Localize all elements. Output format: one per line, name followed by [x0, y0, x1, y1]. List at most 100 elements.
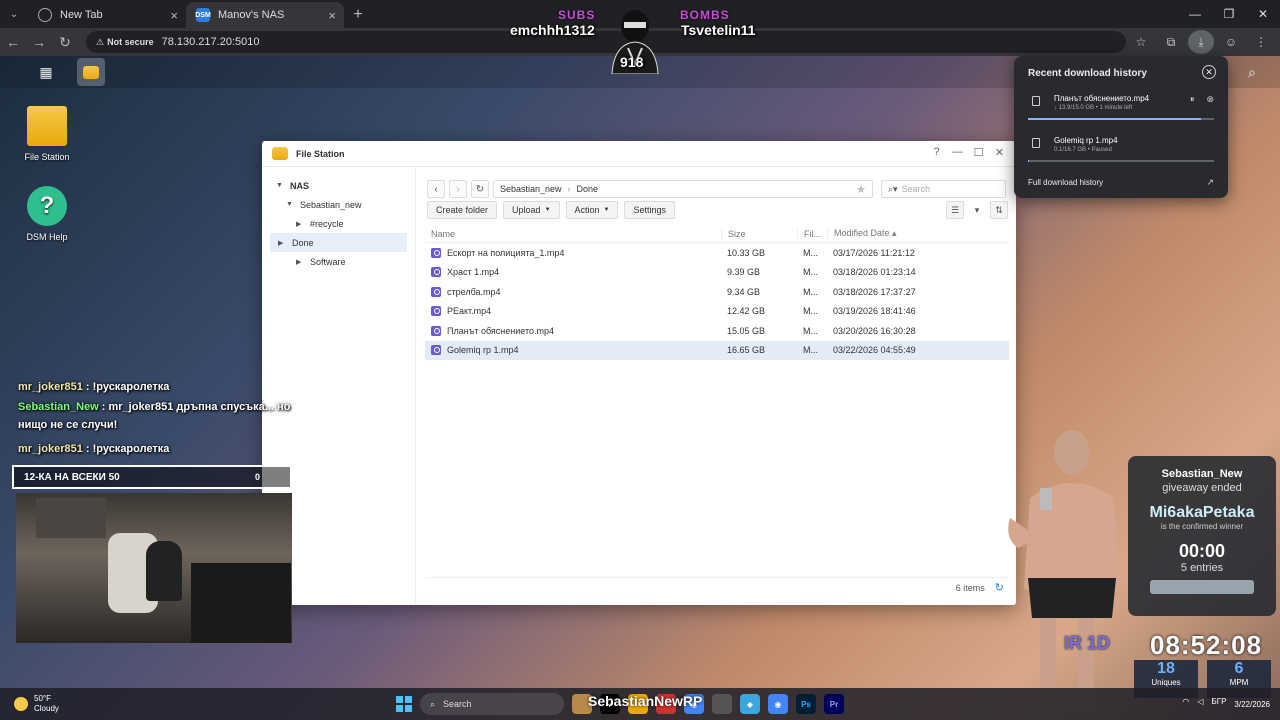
chat-message: нищо не се случи!	[18, 416, 358, 434]
weather-widget[interactable]: 50°F Cloudy	[14, 694, 59, 714]
download-icon[interactable]: ⤓	[1188, 30, 1214, 54]
download-name: Планът обяснението.mp4	[1054, 94, 1150, 103]
folder-icon	[27, 106, 67, 146]
breadcrumb[interactable]: Sebastian_new › Done ★	[493, 180, 873, 198]
close-panel-icon[interactable]: ✕	[1202, 65, 1216, 79]
app-icon[interactable]: ◆	[740, 694, 760, 714]
forward-icon[interactable]: →	[26, 34, 52, 50]
favorite-star-icon[interactable]: ★	[856, 183, 866, 196]
close-icon[interactable]: ✕	[989, 146, 1010, 159]
extensions-icon[interactable]: ⧉	[1158, 30, 1184, 54]
goal-label: 12-КА НА ВСЕКИ 50	[24, 471, 120, 483]
refresh-button[interactable]: ↻	[471, 180, 489, 198]
close-icon[interactable]: ✕	[1246, 0, 1280, 28]
table-row[interactable]: Ескорт на полицията_1.mp4 10.33 GB M... …	[425, 243, 1009, 263]
volume-icon[interactable]: ◁	[1197, 697, 1203, 706]
window-titlebar[interactable]: File Station ? — ☐ ✕	[262, 141, 1016, 167]
cancel-icon[interactable]: ⊗	[1206, 94, 1214, 105]
wifi-icon[interactable]: ◠	[1182, 697, 1189, 706]
maximize-icon[interactable]: ☐	[968, 146, 989, 159]
column-header-modified[interactable]: Modified Date ▴	[827, 228, 1009, 239]
taskbar-search[interactable]: ⌕ Search	[420, 693, 564, 715]
close-tab-icon[interactable]: ×	[328, 8, 336, 23]
create-folder-button[interactable]: Create folder	[427, 201, 498, 219]
restore-icon[interactable]: ❐	[1212, 0, 1246, 28]
table-row[interactable]: стрелба.mp4 9.34 GB M... 03/18/2026 17:3…	[425, 282, 1009, 302]
file-type: M...	[803, 345, 818, 356]
file-size: 15.05 GB	[727, 325, 766, 336]
not-secure-badge[interactable]: ⚠ Not secure	[96, 37, 154, 48]
breadcrumb-item[interactable]: Sebastian_new	[500, 184, 562, 194]
table-row[interactable]: Храст 1.mp4 9.39 GB M... 03/18/2026 01:2…	[425, 263, 1009, 283]
tab-search-icon[interactable]: ⌄	[0, 0, 28, 28]
app-icon[interactable]	[712, 694, 732, 714]
table-row[interactable]: РЕакт.mp4 12.42 GB M... 03/19/2026 18:41…	[425, 302, 1009, 322]
caret-right-icon[interactable]: ▶	[296, 258, 304, 266]
photoshop-icon[interactable]: Ps	[796, 694, 816, 714]
menu-icon[interactable]: ⋮	[1248, 30, 1274, 54]
file-size: 9.34 GB	[727, 286, 761, 297]
desktop-icon-dsm-help[interactable]: ? DSM Help	[7, 186, 87, 242]
close-tab-icon[interactable]: ×	[170, 8, 178, 23]
file-name: Храст 1.mp4	[447, 267, 500, 278]
minimize-icon[interactable]: —	[1178, 0, 1212, 28]
download-name: Golemiq rp 1.mp4	[1054, 136, 1118, 145]
dsm-icon: DSM	[195, 8, 211, 22]
desktop-icon-file-station[interactable]: File Station	[7, 106, 87, 162]
file-modified: 03/18/2026 01:23:14	[833, 267, 916, 278]
caret-right-icon[interactable]: ▶	[278, 239, 286, 247]
caret-down-icon[interactable]: ▼	[286, 201, 294, 208]
window-controls: — ❐ ✕	[1178, 0, 1280, 28]
breadcrumb-item[interactable]: Done	[577, 184, 599, 194]
timer-prefix: IR 1D	[1064, 633, 1111, 653]
caret-down-icon[interactable]: ▼	[276, 182, 284, 189]
language-indicator[interactable]: БГР	[1211, 697, 1226, 706]
tab-new-tab[interactable]: New Tab ×	[28, 2, 186, 28]
reload-icon[interactable]: ↻	[52, 34, 78, 51]
bookmark-star-icon[interactable]: ☆	[1128, 30, 1154, 54]
pause-icon[interactable]: ⏸	[1190, 94, 1195, 105]
upload-button[interactable]: Upload ▼	[503, 201, 560, 219]
button-label: Upload	[512, 205, 541, 215]
table-row[interactable]: Планът обяснението.mp4 15.05 GB M... 03/…	[425, 321, 1009, 341]
list-view-icon[interactable]: ☰	[946, 201, 964, 219]
video-file-icon	[431, 345, 441, 356]
view-dropdown-icon[interactable]: ▾	[968, 201, 986, 219]
open-external-icon[interactable]: ↗	[1206, 177, 1214, 188]
windows-start-icon[interactable]	[396, 696, 412, 712]
minimize-icon[interactable]: —	[947, 146, 968, 159]
premiere-icon[interactable]: Pr	[824, 694, 844, 714]
column-header-name[interactable]: Name	[425, 229, 721, 239]
stream-chat: mr_joker851 : !рускаролетка Sebastian_Ne…	[18, 378, 358, 458]
profile-icon[interactable]: ☺	[1218, 30, 1244, 54]
forward-button[interactable]: ›	[449, 180, 467, 198]
tree-folder-done[interactable]: ▶ Done	[270, 233, 407, 252]
tree-folder-software[interactable]: ▶ Software	[262, 252, 415, 271]
settings-button[interactable]: Settings	[624, 201, 676, 219]
chrome-icon[interactable]: ◉	[768, 694, 788, 714]
tree-root-nas[interactable]: ▼ NAS	[262, 176, 415, 195]
video-file-icon	[431, 325, 441, 336]
tab-manovs-nas[interactable]: DSM Manov's NAS ×	[186, 2, 344, 28]
help-icon[interactable]: ?	[926, 146, 947, 159]
table-row-selected[interactable]: Golemiq rp 1.mp4 16.65 GB M... 03/22/202…	[425, 340, 1009, 360]
full-history-link[interactable]: Full download history	[1028, 178, 1103, 187]
search-input[interactable]: ⌕▾ Search	[881, 180, 1006, 198]
giveaway-winner: Mi6akaPetaka	[1149, 504, 1255, 521]
tree-share[interactable]: ▼ Sebastian_new	[262, 195, 415, 214]
stream-clock: 08:52:08	[1150, 630, 1263, 660]
back-button[interactable]: ‹	[427, 180, 445, 198]
file-table: Name Size Fil... Modified Date ▴ Ескорт …	[425, 225, 1009, 360]
back-icon[interactable]: ←	[0, 34, 26, 50]
sort-icon[interactable]: ⇅	[990, 201, 1008, 219]
file-station-taskbar-icon[interactable]	[77, 58, 105, 86]
caret-right-icon[interactable]: ▶	[296, 220, 304, 228]
webcam-feed	[16, 493, 292, 643]
new-tab-button[interactable]: +	[344, 2, 372, 28]
action-button[interactable]: Action ▼	[565, 201, 619, 219]
column-header-size[interactable]: Size	[721, 228, 797, 239]
column-header-type[interactable]: Fil...	[797, 228, 827, 239]
tree-folder-recycle[interactable]: ▶ #recycle	[262, 214, 415, 233]
search-icon[interactable]: ⌕	[1238, 58, 1266, 86]
main-menu-icon[interactable]: ▦	[32, 58, 60, 86]
